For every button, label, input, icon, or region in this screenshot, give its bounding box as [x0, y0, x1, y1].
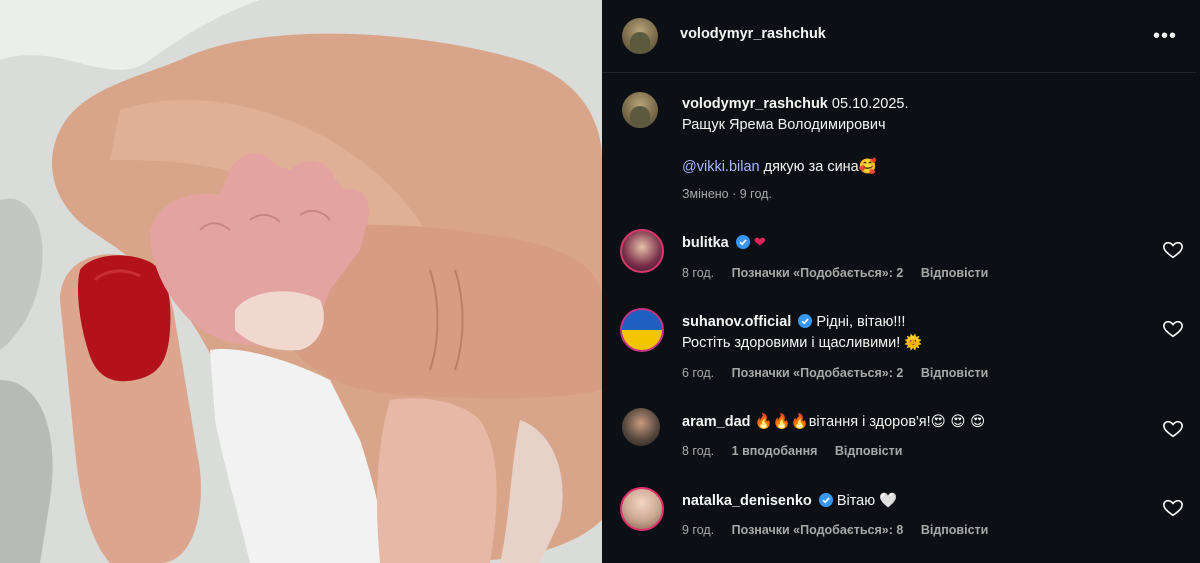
- heart-eyes-emoji: 😍 😍 😍: [930, 414, 986, 430]
- comment-time[interactable]: 8 год.: [682, 444, 714, 458]
- caption-author-username[interactable]: volodymyr_rashchuk: [682, 96, 828, 112]
- verified-badge-icon: [798, 314, 813, 328]
- like-heart-icon[interactable]: [1162, 497, 1184, 519]
- post-panel: volodymyr_rashchuk ••• volodymyr_rashchu…: [602, 0, 1200, 563]
- smiling-face-hearts-emoji: 🥰: [858, 159, 877, 175]
- commenter-username[interactable]: natalka_denisenko: [682, 493, 812, 509]
- more-horizontal-icon: •••: [1152, 25, 1177, 47]
- comment-text-line2: Ростіть здоровими і щасливими!: [682, 335, 901, 351]
- reply-button[interactable]: Відповісти: [835, 444, 903, 458]
- like-heart-icon[interactable]: [1162, 239, 1184, 261]
- white-heart-emoji: 🤍: [879, 493, 898, 509]
- post-image: [0, 0, 602, 563]
- more-options-button[interactable]: •••: [1150, 22, 1180, 50]
- caption-line2: Ращук Ярема Володимирович: [682, 117, 886, 133]
- caption-text: дякую за сина: [763, 159, 859, 175]
- commenter-avatar[interactable]: [620, 229, 664, 273]
- comment-meta: 6 год. Позначки «Подобається»: 2 Відпові…: [682, 366, 1002, 380]
- reply-button[interactable]: Відповісти: [921, 366, 989, 380]
- edited-label: Змінено: [682, 187, 729, 201]
- reply-button[interactable]: Відповісти: [921, 266, 989, 280]
- caption-time[interactable]: 9 год.: [740, 187, 772, 201]
- red-heart-emoji: ❤: [753, 235, 766, 251]
- comment-time[interactable]: 9 год.: [682, 523, 714, 537]
- caption-date: 05.10.2025.: [831, 96, 909, 112]
- comment-likes[interactable]: Позначки «Подобається»: 2: [732, 366, 904, 380]
- comment-likes[interactable]: Позначки «Подобається»: 2: [732, 266, 904, 280]
- caption-mention-link[interactable]: @vikki.bilan: [682, 159, 760, 175]
- comment-meta: 8 год. Позначки «Подобається»: 2 Відпові…: [682, 266, 1002, 280]
- comment-text-block: natalka_denisenko Вітаю 🤍: [682, 491, 1142, 512]
- post-image-drawing: [0, 0, 602, 563]
- commenter-username[interactable]: aram_dad: [682, 414, 751, 430]
- comment-likes[interactable]: 1 вподобання: [732, 444, 818, 458]
- like-heart-icon[interactable]: [1162, 418, 1184, 440]
- caption-text-block: volodymyr_rashchuk 05.10.2025. Ращук Яре…: [682, 94, 1152, 178]
- author-avatar[interactable]: [622, 18, 658, 54]
- comment-time[interactable]: 6 год.: [682, 366, 714, 380]
- commenter-username[interactable]: suhanov.official: [682, 314, 791, 330]
- scrollbar[interactable]: [1196, 0, 1200, 563]
- comment-time[interactable]: 8 год.: [682, 266, 714, 280]
- post-header: volodymyr_rashchuk •••: [602, 0, 1200, 73]
- comment-meta: 8 год. 1 вподобання Відповісти: [682, 444, 916, 458]
- commenter-avatar[interactable]: [620, 308, 664, 352]
- author-username[interactable]: volodymyr_rashchuk: [680, 26, 826, 42]
- sun-emoji: 🌞: [904, 335, 923, 351]
- comment-text: Вітаю: [836, 493, 876, 509]
- comment-text: вітання і здоров'я!: [808, 414, 931, 430]
- comment-text-block: bulitka ❤: [682, 233, 1142, 254]
- commenter-username[interactable]: bulitka: [682, 235, 729, 251]
- comment-text-block: aram_dad 🔥🔥🔥вітання і здоров'я!😍 😍 😍: [682, 412, 1142, 433]
- comment-likes[interactable]: Позначки «Подобається»: 8: [732, 523, 904, 537]
- verified-badge-icon: [818, 493, 833, 507]
- comment-text: Рідні, вітаю!!!: [816, 314, 906, 330]
- commenter-avatar[interactable]: [620, 487, 664, 531]
- fire-emoji: 🔥🔥🔥: [754, 414, 809, 430]
- caption-meta: Змінено · 9 год.: [682, 187, 772, 201]
- verified-badge-icon: [735, 235, 750, 249]
- comment-meta: 9 год. Позначки «Подобається»: 8 Відпові…: [682, 523, 1002, 537]
- reply-button[interactable]: Відповісти: [921, 523, 989, 537]
- caption-author-avatar[interactable]: [622, 92, 658, 128]
- comment-text-block: suhanov.official Рідні, вітаю!!! Ростіть…: [682, 312, 1142, 354]
- like-heart-icon[interactable]: [1162, 318, 1184, 340]
- commenter-avatar[interactable]: [622, 408, 660, 446]
